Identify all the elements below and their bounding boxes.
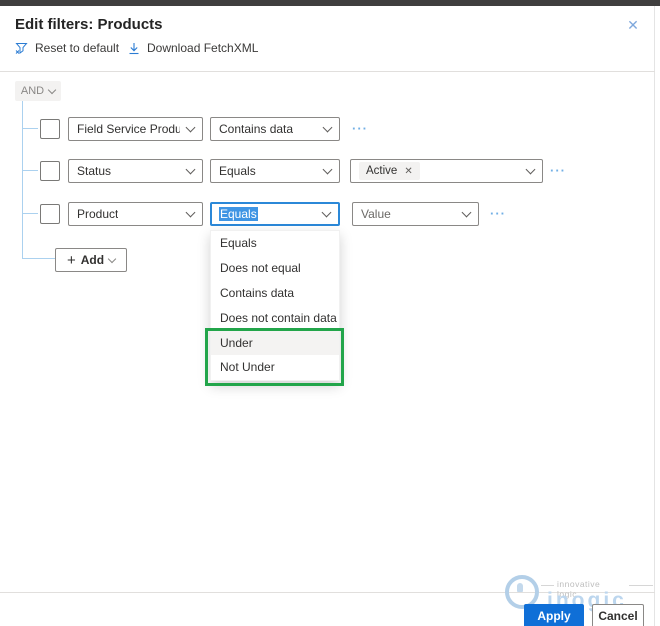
group-operator-dropdown[interactable]: AND: [15, 81, 61, 101]
chevron-down-icon: [526, 165, 536, 175]
tree-connector-row3: [22, 213, 38, 214]
edit-filters-dialog: Edit filters: Products ✕ Reset to defaul…: [0, 0, 660, 626]
tree-connector-vertical: [22, 101, 23, 259]
page-title: Edit filters: Products: [15, 16, 163, 33]
row3-value-placeholder: Value: [361, 207, 391, 221]
row1-checkbox[interactable]: [40, 119, 60, 139]
dropdown-item-contains-data[interactable]: Contains data: [211, 281, 339, 306]
tree-connector-row2: [22, 170, 38, 171]
download-icon: [128, 42, 140, 55]
add-button-label: Add: [81, 253, 104, 267]
header-divider: [0, 71, 655, 72]
row2-value-multiselect[interactable]: Active ✕: [350, 159, 543, 183]
row1-operator-value: Contains data: [219, 122, 293, 136]
chevron-down-icon: [186, 208, 196, 218]
row2-operator-select[interactable]: Equals: [210, 159, 340, 183]
row2-more-options-button[interactable]: ···: [550, 166, 566, 176]
dropdown-item-equals[interactable]: Equals: [211, 231, 339, 256]
dropdown-item-does-not-contain-data[interactable]: Does not contain data: [211, 305, 339, 330]
window-top-bar: [0, 0, 660, 6]
chevron-down-icon: [323, 165, 333, 175]
row2-operator-value: Equals: [219, 164, 256, 178]
row2-field-select[interactable]: Status: [68, 159, 203, 183]
value-tag-label: Active: [366, 165, 397, 177]
download-fetchxml-label: Download FetchXML: [147, 41, 258, 55]
row3-field-select[interactable]: Product: [68, 202, 203, 226]
row2-field-value: Status: [77, 164, 111, 178]
row3-value-select[interactable]: Value: [352, 202, 479, 226]
apply-button[interactable]: Apply: [524, 604, 584, 626]
chevron-down-icon: [186, 165, 196, 175]
row3-checkbox[interactable]: [40, 204, 60, 224]
dialog-right-border: [654, 6, 655, 626]
row1-field-value: Field Service Product Ty...: [77, 122, 180, 136]
row2-checkbox[interactable]: [40, 161, 60, 181]
value-tag: Active ✕: [359, 162, 420, 180]
reset-to-default-label: Reset to default: [35, 41, 119, 55]
operator-dropdown-list: Equals Does not equal Contains data Does…: [210, 230, 340, 381]
chevron-down-icon: [322, 208, 332, 218]
chevron-down-icon: [186, 123, 196, 133]
dropdown-item-does-not-equal[interactable]: Does not equal: [211, 256, 339, 281]
add-filter-button[interactable]: + Add: [55, 248, 127, 272]
watermark-line-left: [541, 585, 554, 586]
watermark-line-right: [629, 585, 653, 586]
dropdown-item-not-under[interactable]: Not Under: [211, 355, 339, 380]
tree-connector-row1: [22, 128, 38, 129]
chevron-down-icon: [108, 254, 116, 262]
dropdown-item-under[interactable]: Under: [211, 330, 339, 355]
reset-to-default-button[interactable]: Reset to default: [15, 41, 119, 55]
group-operator-label: AND: [21, 85, 44, 97]
cancel-button[interactable]: Cancel: [592, 604, 644, 626]
inogic-logo-bulb: [517, 583, 523, 592]
row1-operator-select[interactable]: Contains data: [210, 117, 340, 141]
chevron-down-icon: [48, 85, 56, 93]
plus-icon: +: [67, 253, 76, 268]
download-fetchxml-button[interactable]: Download FetchXML: [128, 41, 258, 55]
row1-more-options-button[interactable]: ···: [352, 124, 368, 134]
reset-filter-icon: [15, 42, 28, 55]
row3-operator-select-focused[interactable]: Equals: [210, 202, 340, 226]
row3-field-value: Product: [77, 207, 118, 221]
row3-operator-value-selected-text: Equals: [219, 207, 258, 221]
close-icon[interactable]: ✕: [624, 16, 642, 34]
tree-connector-add: [22, 258, 55, 259]
chevron-down-icon: [462, 208, 472, 218]
row1-field-select[interactable]: Field Service Product Ty...: [68, 117, 203, 141]
chevron-down-icon: [323, 123, 333, 133]
remove-tag-icon[interactable]: ✕: [404, 166, 412, 177]
row3-more-options-button[interactable]: ···: [490, 209, 506, 219]
